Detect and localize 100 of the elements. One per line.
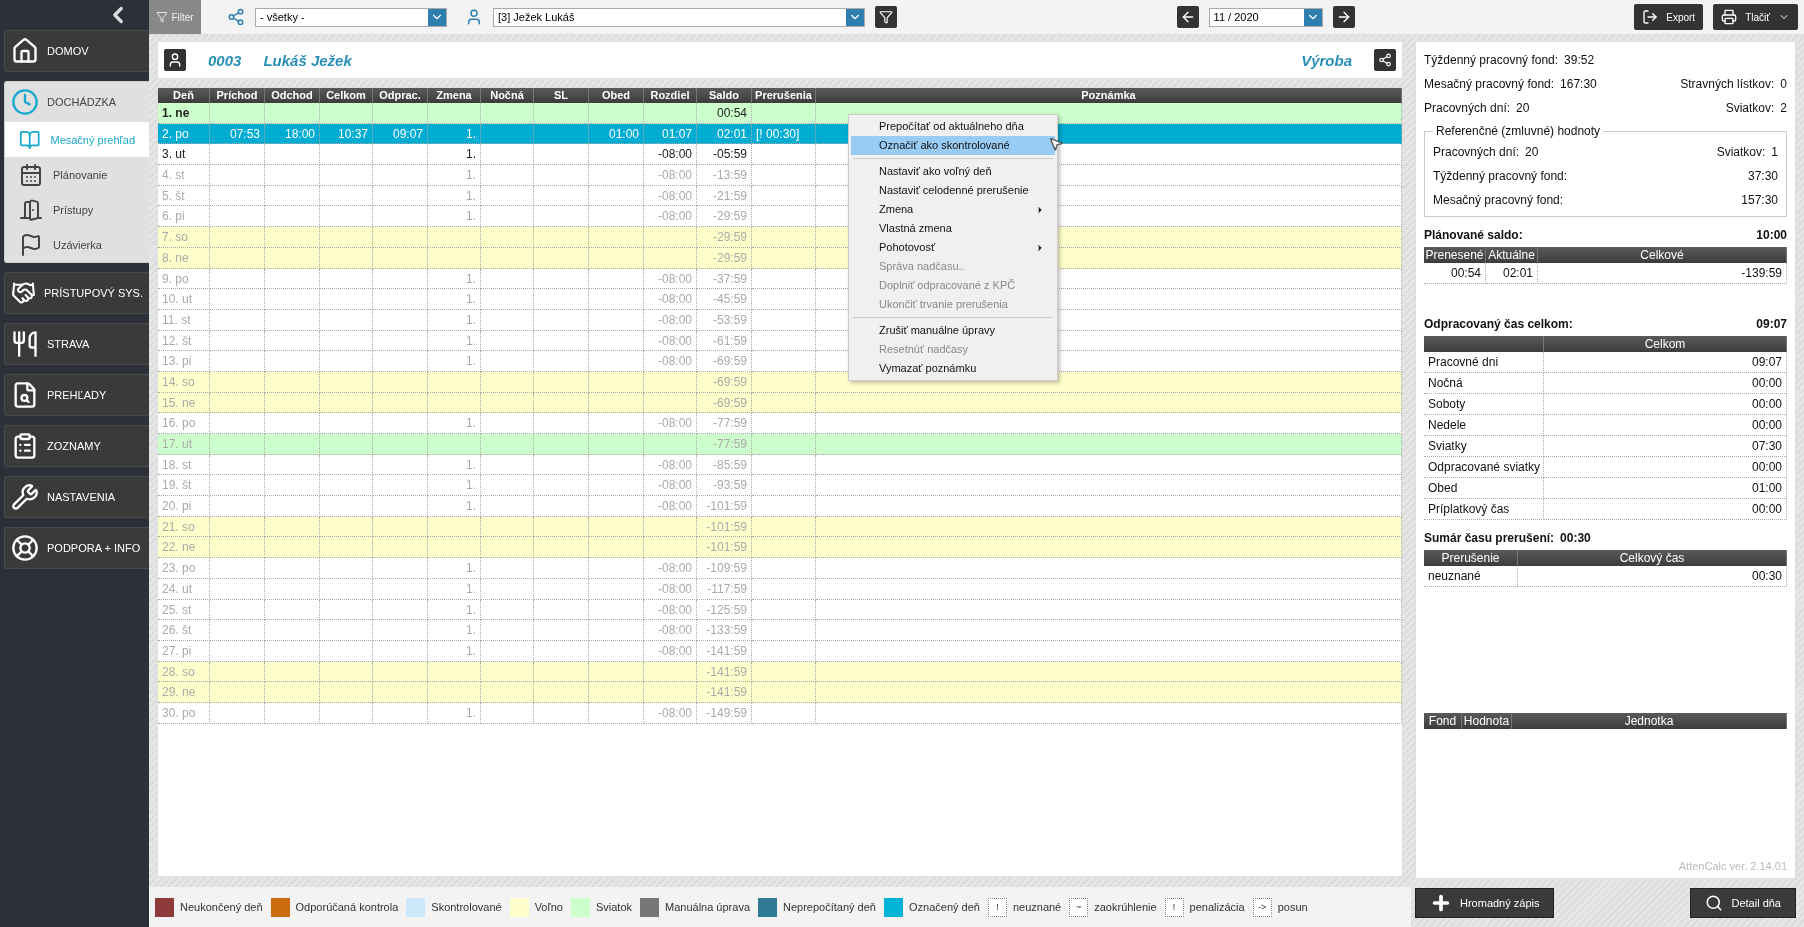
table-cell: -69:59 [697,351,752,372]
summary-label: Plánované saldo: [1424,228,1523,242]
summary-value: 0 [1780,77,1787,91]
legend-label: Skontrolované [431,901,502,913]
table-cell: 30. po [158,702,210,724]
table-cell: Odpracované sviatky [1424,457,1544,478]
print-button[interactable]: Tlačiť [1713,4,1798,30]
employee-number: 0003 [208,51,242,69]
table-cell: 4. st [158,165,210,186]
table-cell: [! 00:30] [752,123,816,145]
table-cell: neuznané [1424,566,1518,587]
column-header: Aktuálne [1486,247,1538,263]
table-cell: Soboty [1424,394,1544,415]
nav-group[interactable]: NASTAVENIA [4,476,149,518]
table-cell: 2. po [158,123,210,145]
summary-value: 20 [1525,145,1539,159]
column-header: Príchod [210,88,265,103]
column-header: Saldo [697,88,752,103]
table-cell: -08:00 [644,165,697,186]
summary-label: Sviatkov: [1725,101,1775,115]
table-cell: 1. [428,578,481,600]
menu-item[interactable]: Pohotovosť [851,238,1055,257]
table-cell: -133:59 [697,620,752,641]
table-cell: -101:59 [697,516,752,538]
menu-item[interactable]: Nastaviť celodenné prerušenie [851,181,1055,200]
table-cell: 00:54 [1424,263,1486,284]
column-header: Celkom [1544,336,1787,352]
table-cell: -05:59 [697,144,752,166]
day-detail-button[interactable]: Detail dňa [1690,888,1796,918]
summary-value: 20 [1516,101,1530,115]
menu-item[interactable]: Vymazať poznámku [851,359,1055,378]
table-cell: Nočná [1424,373,1544,394]
menu-item[interactable]: Nastaviť ako voľný deň [851,162,1055,181]
table-cell: Sviatky [1424,436,1544,457]
table-cell: 7. so [158,227,210,248]
table-cell: 00:00 [1544,415,1787,436]
nav-label: PREHĽADY [47,389,107,401]
table-cell: -85:59 [697,454,752,476]
table-cell: Nedele [1424,415,1544,436]
department-select[interactable]: - všetky - [255,7,447,27]
nav-group[interactable]: STRAVA [4,323,149,365]
table-cell: 1. [428,206,481,228]
table-cell: -141:59 [697,661,752,683]
table-cell: 14. so [158,371,210,393]
table-cell: 23. po [158,558,210,579]
table-cell: 12. št [158,330,210,352]
summary-value: 37:30 [1747,169,1778,183]
summary-value: 00:30 [1560,531,1591,545]
table-cell: 1. [428,330,481,352]
table-cell: 3. ut [158,144,210,166]
table-cell: 01:00 [1544,478,1787,499]
column-header: Deň [158,88,210,103]
table-cell: 01:00 [589,123,644,145]
menu-item[interactable]: Vlastná zmena [851,219,1055,238]
legend-label: Neukončený deň [180,901,263,913]
table-cell: -141:59 [697,640,752,662]
column-header: Hodnota [1462,713,1512,729]
nav-group[interactable]: DOCHÁDZKA Mesačný prehľad Plánovanie Prístupy Uzávierka [4,81,149,263]
table-cell: -29:59 [697,227,752,248]
menu-item[interactable]: Zrušiť manuálne úpravy [851,321,1055,340]
table-cell: -08:00 [644,330,697,352]
nav-group[interactable]: PODPORA + INFO [4,527,149,569]
nav-item[interactable]: Prístupy [5,192,149,227]
summary-label: Pracovných dní: [1433,145,1520,159]
legend-label: Odporúčaná kontrola [295,901,399,913]
nav-label: PRÍSTUPOVÝ SYS. [43,287,143,299]
summary-label: Mesačný pracovný fond: [1433,193,1564,207]
export-button[interactable]: Export [1634,4,1704,30]
department-name: Výroba [1301,51,1352,69]
table-cell: -69:59 [697,371,752,393]
table-cell: 1. [428,475,481,497]
employee-select[interactable]: [3] Ježek Lukáš [493,7,865,27]
nav-group[interactable]: PRÍSTUPOVÝ SYS. [4,272,149,314]
nav-group[interactable]: DOMOV [4,30,149,72]
nav-item[interactable]: Plánovanie [5,157,149,192]
summary-label: Mesačný pracovný fond: [1424,77,1555,91]
table-cell: 02:01 [1486,263,1538,284]
table-cell: 25. st [158,599,210,621]
menu-item[interactable]: Prepočítať od aktuálneho dňa [851,117,1055,136]
table-cell: -141:59 [697,682,752,703]
bulk-entry-button[interactable]: Hromadný zápis [1415,888,1555,918]
nav-item[interactable]: Uzávierka [5,227,149,262]
nav-group[interactable]: PREHĽADY [4,374,149,416]
legend-symbol: -> [1252,897,1272,917]
menu-item[interactable]: Zmena [851,200,1055,219]
table-cell: 9. po [158,268,210,290]
table-cell: -139:59 [1538,263,1787,284]
month-select[interactable]: 11 / 2020 [1208,7,1323,27]
column-header: Prenesené [1424,247,1486,263]
table-cell: 1. ne [158,103,210,124]
nav-group[interactable]: ZOZNAMY [4,425,149,467]
group-title: Referenčné (zmluvné) hodnoty [1435,124,1602,138]
table-cell: 1. [428,144,481,166]
menu-item[interactable]: Označiť ako skontrolované [851,136,1055,155]
table-cell: 07:30 [1544,436,1787,457]
table-cell: -08:00 [644,475,697,497]
table-cell: 1. [428,496,481,517]
table-cell: -53:59 [697,309,752,331]
table-cell: -08:00 [644,454,697,476]
nav-label: DOCHÁDZKA [47,96,117,108]
